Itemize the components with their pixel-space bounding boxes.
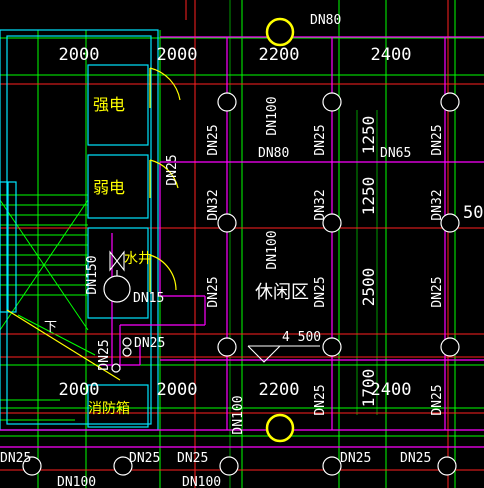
- water-meter-symbol: [103, 275, 131, 303]
- room-label-lounge: 休闲区: [255, 282, 309, 303]
- pipe-label-dn65: DN65: [380, 146, 411, 161]
- pipe-label-dn25: DN25: [177, 451, 208, 466]
- pipe-label-dn25: DN25: [400, 451, 431, 466]
- room-label-strong-power: 强电: [93, 95, 125, 114]
- pipe-label-dn25: DN25: [206, 124, 221, 155]
- valve-symbol: [122, 347, 132, 357]
- column-marker: [219, 456, 239, 476]
- room-label-water-well: 水井: [124, 251, 152, 267]
- cad-drawing-canvas: 2000 2000 2200 2400 2000 2000 2200 2400 …: [0, 0, 484, 488]
- stair-down-label: 下: [44, 320, 57, 335]
- pipe-label-dn32: DN32: [206, 189, 221, 220]
- pipe-label-dn15: DN15: [133, 291, 164, 306]
- shaft-outlines: [0, 29, 159, 431]
- column-marker: [440, 92, 460, 112]
- dim-top-3: 2200: [259, 45, 300, 65]
- pipe-label-dn100: DN100: [231, 395, 246, 434]
- pipe-label-dn25: DN25: [165, 154, 180, 185]
- pipe-label-dn80-mid: DN80: [258, 146, 289, 161]
- pipe-label-dn25: DN25: [97, 339, 112, 370]
- vertical-dimension-text: 1250 1250 2500 1700: [359, 116, 378, 408]
- riser-marker: [265, 17, 295, 47]
- dim-4500: 4 500: [282, 330, 321, 345]
- dim-top-4: 2400: [371, 45, 412, 65]
- dim-vertical-3: 2500: [359, 268, 378, 307]
- riser-marker: [265, 413, 295, 443]
- dim-bottom-1: 2000: [59, 380, 100, 400]
- column-marker: [217, 337, 237, 357]
- column-marker: [322, 456, 342, 476]
- pipe-label-dn100: DN100: [57, 475, 96, 488]
- dim-bottom-2: 2000: [157, 380, 198, 400]
- pipe-label-dn100: DN100: [265, 96, 280, 135]
- column-marker: [322, 92, 342, 112]
- pipe-label-dn32: DN32: [313, 189, 328, 220]
- valve-symbol: [122, 337, 132, 347]
- pipe-label-dn25: DN25: [340, 451, 371, 466]
- cad-drawing-viewport: 2000 2000 2200 2400 2000 2000 2200 2400 …: [0, 0, 484, 488]
- pipe-label-dn25: DN25: [313, 384, 328, 415]
- pipe-label-dn25: DN25: [430, 276, 445, 307]
- pipe-label-dn25: DN25: [430, 384, 445, 415]
- riser-markers: [265, 17, 295, 443]
- pipe-label-dn80-top: DN80: [310, 13, 341, 28]
- pipe-label-dn25: DN25: [0, 451, 31, 466]
- pipe-label-dn25: DN25: [313, 276, 328, 307]
- valve-symbol: [111, 363, 121, 373]
- pipe-label-dn25: DN25: [134, 336, 165, 351]
- column-marker: [440, 337, 460, 357]
- pipe-label-dn25: DN25: [206, 276, 221, 307]
- column-marker: [322, 337, 342, 357]
- dim-vertical-4: 1700: [359, 369, 378, 408]
- pipe-label-dn150: DN150: [85, 255, 100, 294]
- dim-bottom-3: 2200: [259, 380, 300, 400]
- pipe-label-dn25: DN25: [129, 451, 160, 466]
- pipe-label-dn100: DN100: [182, 475, 221, 488]
- column-marker: [437, 456, 457, 476]
- dim-vertical-2: 1250: [359, 177, 378, 216]
- doors: [6, 67, 181, 381]
- room-label-fire-box: 消防箱: [88, 401, 130, 417]
- pipe-label-dn25: DN25: [430, 124, 445, 155]
- pipe-label-dn32: DN32: [430, 189, 445, 220]
- dim-top-1: 2000: [59, 45, 100, 65]
- pipe-label-dn100: DN100: [265, 230, 280, 269]
- dim-top-2: 2000: [157, 45, 198, 65]
- pipe-label-dn25: DN25: [313, 124, 328, 155]
- dim-vertical-1: 1250: [359, 116, 378, 155]
- column-marker: [217, 92, 237, 112]
- partial-500: 500: [463, 203, 484, 223]
- room-label-weak-power: 弱电: [93, 178, 125, 197]
